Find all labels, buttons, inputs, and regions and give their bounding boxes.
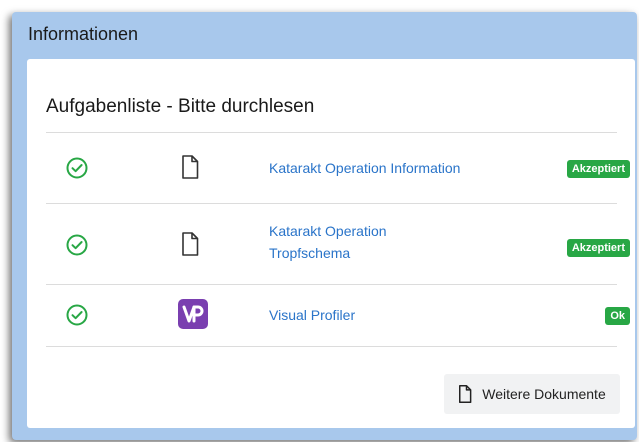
file-icon — [459, 385, 472, 403]
document-link[interactable]: Visual Profiler — [269, 304, 355, 326]
status-badge: Akzeptiert — [566, 160, 630, 178]
status-badge: Ok — [605, 307, 630, 325]
more-documents-button[interactable]: Weitere Dokumente — [444, 374, 620, 414]
task-row: Katarakt Operation Information Akzeptier… — [46, 133, 630, 203]
task-row: Visual Profiler Ok — [46, 285, 630, 345]
document-link[interactable]: Katarakt Operation Information — [269, 157, 460, 179]
information-panel: Informationen Aufgabenliste - Bitte durc… — [12, 12, 637, 440]
card-title: Aufgabenliste - Bitte durchlesen — [46, 96, 315, 117]
task-row: Katarakt Operation Tropfschema Akzeptier… — [46, 204, 630, 284]
more-documents-label: Weitere Dokumente — [482, 386, 606, 402]
document-link[interactable]: Katarakt Operation Tropfschema — [269, 220, 387, 264]
visual-profiler-logo — [178, 299, 208, 329]
check-circle-icon — [66, 234, 88, 256]
file-icon — [182, 232, 199, 256]
divider — [46, 346, 617, 347]
status-badge: Akzeptiert — [566, 239, 630, 257]
task-list-card: Aufgabenliste - Bitte durchlesen Katarak… — [27, 59, 635, 428]
check-circle-icon — [66, 157, 88, 179]
file-icon — [182, 155, 199, 179]
check-circle-icon — [66, 304, 88, 326]
panel-title: Informationen — [28, 23, 139, 44]
